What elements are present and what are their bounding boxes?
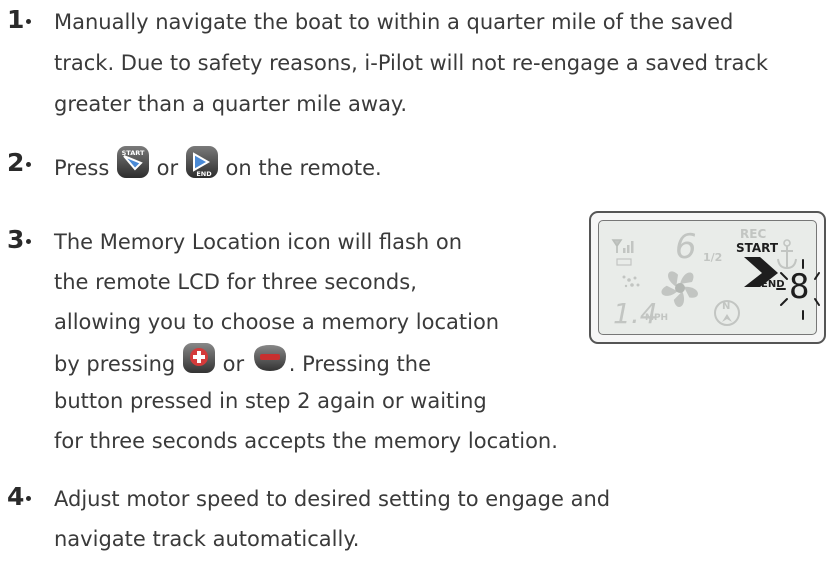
lcd-start-label: START [736, 241, 779, 255]
step-3-or-text: or [222, 352, 245, 376]
step-1-line-2: track. Due to safety reasons, i-Pilot wi… [54, 51, 769, 75]
lcd-rec-label: REC [740, 227, 767, 241]
step-3-line-2: the remote LCD for three seconds, [54, 270, 417, 294]
step-3-number: 3 [7, 225, 32, 254]
end-button-label: END [196, 170, 212, 178]
start-button-icon: START [116, 145, 150, 193]
lcd-screen: 6 1/2 1.4 MPH N REC START END 8 [598, 220, 820, 335]
signal-icon [611, 239, 634, 266]
step-1-number: 1 [7, 5, 32, 34]
step-3-line-6: for three seconds accepts the memory loc… [54, 429, 558, 453]
flash-rays-icon [776, 259, 820, 320]
step-4-line-1: Adjust motor speed to desired setting to… [54, 487, 611, 511]
step-1-line-3: greater than a quarter mile away. [54, 92, 408, 116]
lcd-speed-unit: MPH [645, 313, 669, 323]
lcd-compass-label: N [722, 301, 731, 312]
step-2-line: Press START or END on the remote. [54, 145, 382, 193]
step-2-number: 2 [7, 148, 32, 177]
step-3-line-1: The Memory Location icon will flash on [54, 230, 463, 254]
step-2-or-text: or [156, 156, 179, 180]
step-3-line-3: allowing you to choose a memory location [54, 310, 500, 334]
remote-lcd-display: 6 1/2 1.4 MPH N REC START END 8 [589, 211, 826, 344]
step-2-press-text: Press [54, 156, 110, 180]
propeller-icon [661, 271, 698, 308]
lcd-gear-digit: 6 [675, 227, 697, 267]
step-3-by-pressing-text: by pressing [54, 352, 176, 376]
step-4-line-2: navigate track automatically. [54, 527, 360, 551]
step-3-line-5: button pressed in step 2 again or waitin… [54, 389, 487, 413]
step-3-pressing-text: . Pressing the [288, 352, 431, 376]
end-button-icon: END [185, 145, 219, 193]
step-2-after-text: on the remote. [225, 156, 382, 180]
lcd-gear-fraction: 1/2 [703, 251, 723, 264]
step-4-number: 4 [7, 482, 32, 511]
step-1-line-1: Manually navigate the boat to within a q… [54, 10, 734, 34]
bubbles-icon [622, 275, 640, 288]
start-button-label: START [122, 149, 145, 157]
